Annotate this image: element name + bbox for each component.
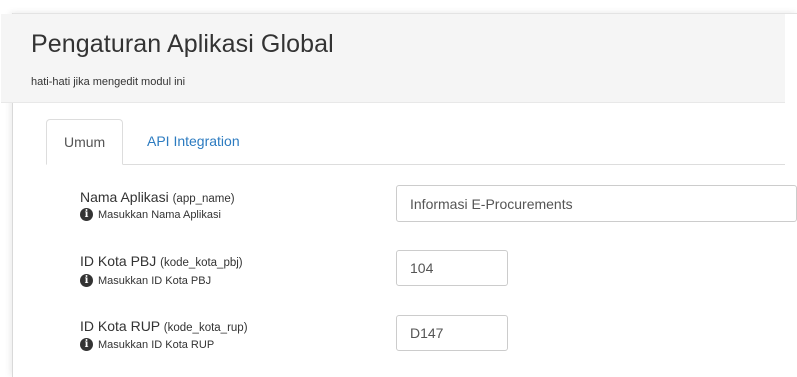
field-hint-text: Masukkan ID Kota PBJ: [98, 274, 212, 287]
page-subtitle: hati-hati jika mengedit modul ini: [31, 76, 186, 88]
field-label-app-name: Nama Aplikasi (app_name): [80, 189, 235, 205]
field-hint-text: Masukkan ID Kota RUP: [98, 338, 215, 351]
page-header: Pengaturan Aplikasi Global hati-hati jik…: [1, 14, 785, 103]
kode-kota-pbj-input[interactable]: [396, 250, 508, 286]
field-label-text: ID Kota PBJ: [80, 253, 157, 269]
info-circle-icon: i: [80, 338, 93, 351]
kode-kota-rup-input[interactable]: [396, 315, 508, 351]
field-hint-text: Masukkan Nama Aplikasi: [98, 208, 221, 221]
field-key: (kode_kota_rup): [163, 322, 248, 334]
field-label-text: Nama Aplikasi: [80, 189, 169, 205]
field-label-kode-kota-rup: ID Kota RUP (kode_kota_rup): [80, 318, 248, 334]
app-name-input[interactable]: [396, 185, 797, 222]
info-circle-icon: i: [80, 274, 93, 287]
field-hint: i Masukkan ID Kota PBJ: [80, 274, 211, 287]
field-label-kode-kota-pbj: ID Kota PBJ (kode_kota_pbj): [80, 253, 243, 269]
field-hint: i Masukkan ID Kota RUP: [80, 338, 214, 351]
tab-bar: Umum API Integration: [46, 119, 785, 165]
field-key: (app_name): [172, 193, 235, 205]
tab-api-integration[interactable]: API Integration: [130, 119, 257, 163]
field-label-text: ID Kota RUP: [80, 318, 160, 334]
field-hint: i Masukkan Nama Aplikasi: [80, 208, 221, 221]
info-circle-icon: i: [80, 208, 93, 221]
tab-umum[interactable]: Umum: [46, 119, 124, 165]
field-key: (kode_kota_pbj): [160, 257, 243, 269]
page-title: Pengaturan Aplikasi Global: [31, 30, 334, 58]
